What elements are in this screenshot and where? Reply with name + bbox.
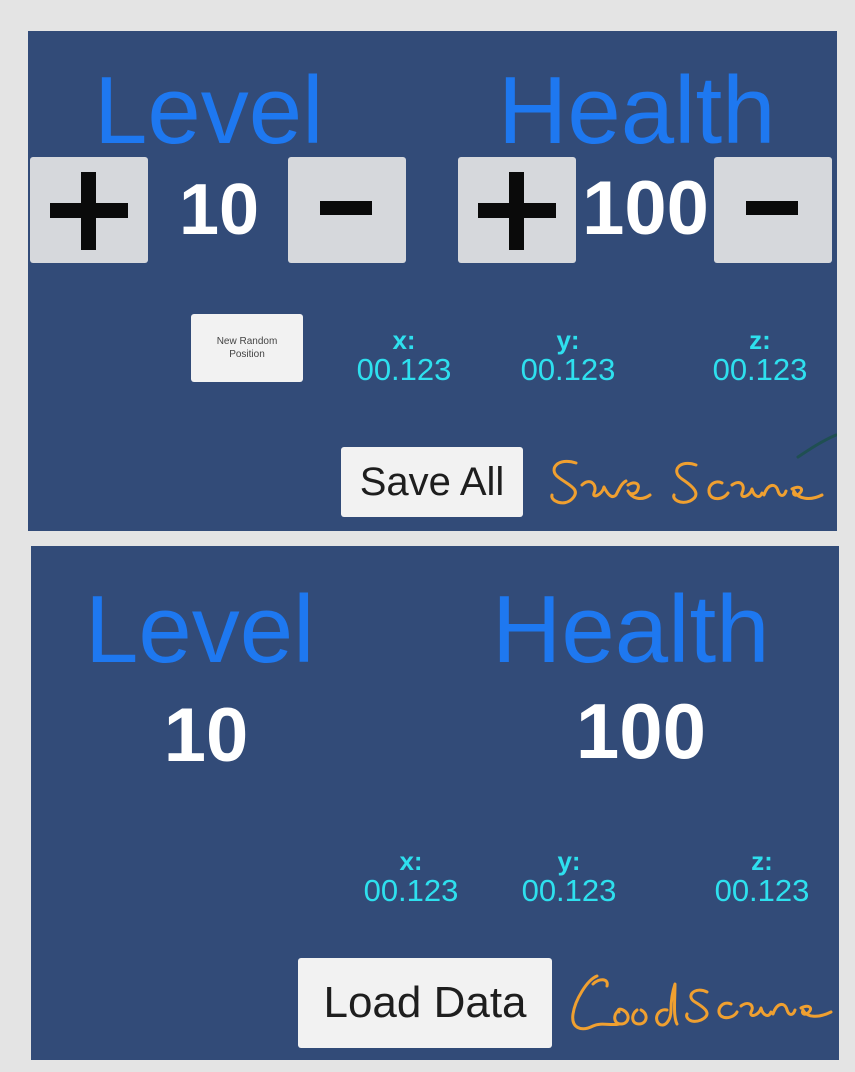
coord-x: x: 00.123 [351,848,471,907]
coord-y-value: 00.123 [521,873,617,908]
coord-z-value: 00.123 [714,873,810,908]
coord-x-label: x: [399,846,423,876]
load-data-button[interactable]: Load Data [298,958,552,1048]
health-value: 100 [582,166,709,251]
save-scene-handwritten-annotation [550,460,824,505]
level-decrement-button[interactable] [288,157,406,263]
minus-icon [320,201,372,215]
coord-z-label: z: [751,846,773,876]
save-all-label: Save All [359,459,505,504]
new-random-position-button[interactable]: New Random Position [191,314,303,382]
coord-x: x: 00.123 [344,327,464,386]
coord-z: z: 00.123 [702,848,822,907]
load-scene-handwritten-annotation [571,974,833,1031]
new-random-position-label: New Random Position [216,336,278,360]
level-title: Level [94,57,324,164]
pen-stroke-mark [796,433,837,459]
coord-y-label: y: [556,325,580,355]
level-increment-button[interactable] [30,157,148,263]
coord-z-label: z: [749,325,771,355]
coord-y-value: 00.123 [520,352,616,387]
load-data-label: Load Data [323,978,527,1027]
health-title: Health [492,576,770,683]
coord-y-label: y: [557,846,581,876]
level-title: Level [85,576,315,683]
health-increment-button[interactable] [458,157,576,263]
level-value: 10 [178,170,260,250]
save-scene-panel: Level Health 10 100 New Random Position … [28,31,837,531]
coord-z-value: 00.123 [712,352,808,387]
coord-z: z: 00.123 [700,327,820,386]
coord-y: y: 00.123 [508,327,628,386]
save-all-button[interactable]: Save All [341,447,523,517]
coord-x-label: x: [392,325,416,355]
coord-x-value: 00.123 [356,352,452,387]
health-decrement-button[interactable] [714,157,832,263]
health-value: 100 [575,687,707,775]
health-title: Health [498,57,776,164]
coord-y: y: 00.123 [509,848,629,907]
minus-icon [746,201,798,215]
coord-x-value: 00.123 [363,873,459,908]
load-scene-panel: Level Health 10 100 x: 00.123 y: 00.123 … [31,546,839,1060]
level-value: 10 [163,693,249,778]
